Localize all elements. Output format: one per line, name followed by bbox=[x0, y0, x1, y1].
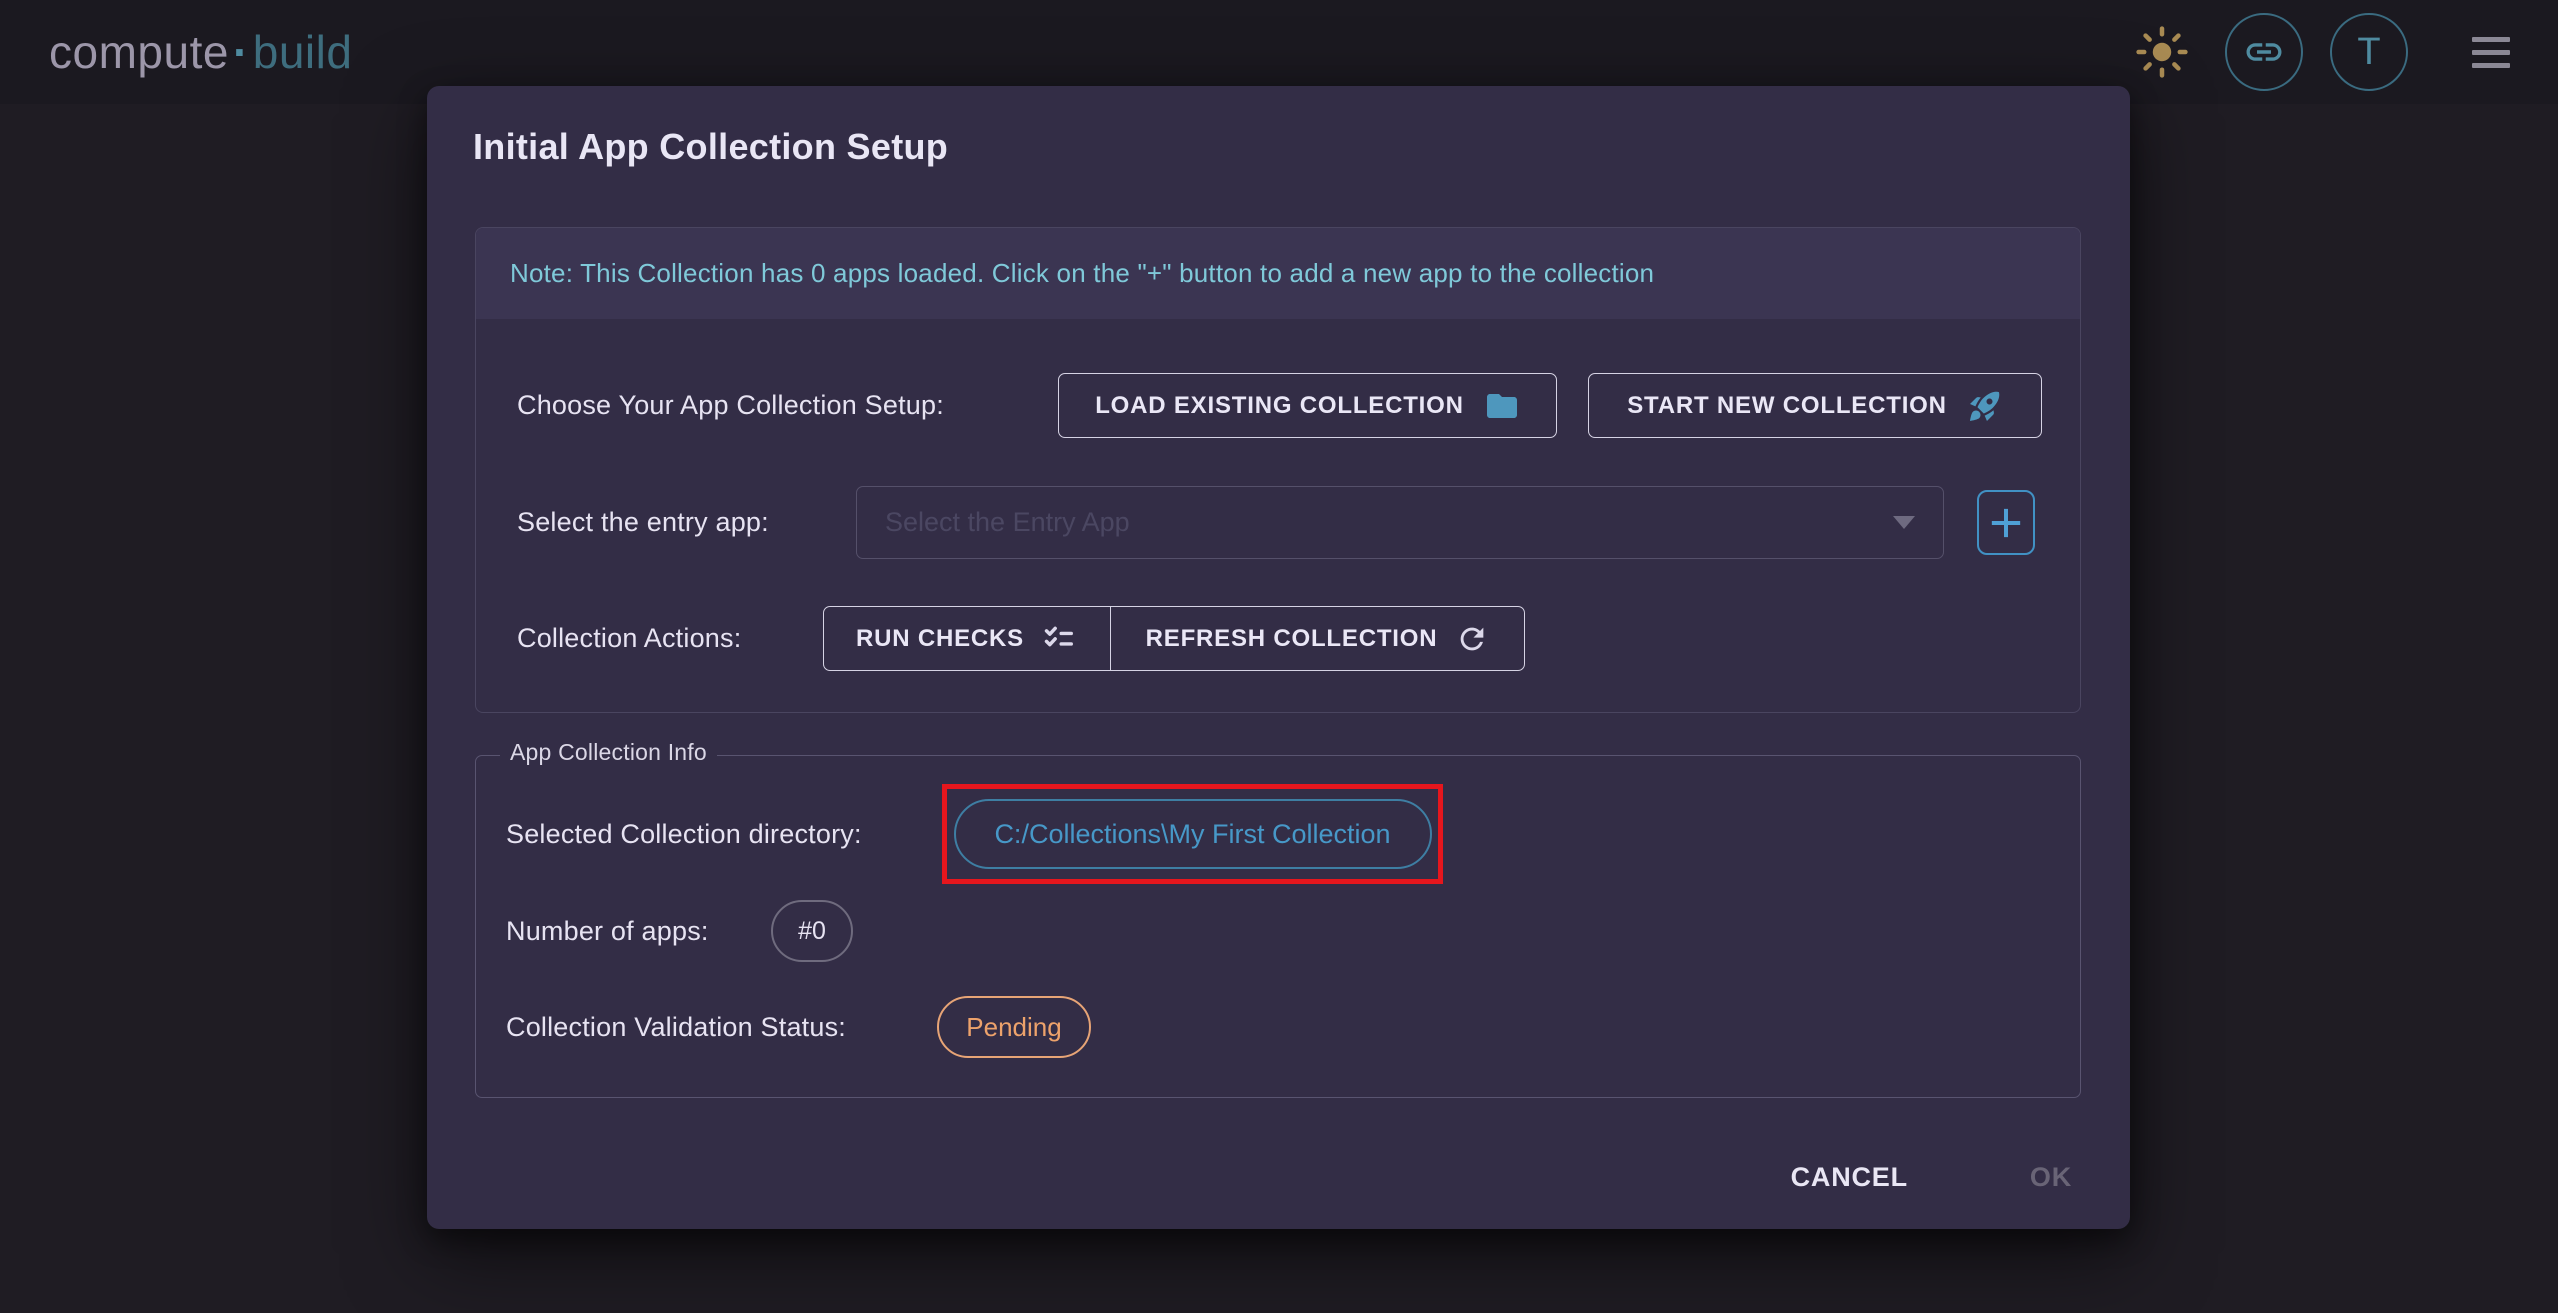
load-existing-collection-label: LOAD EXISTING COLLECTION bbox=[1095, 392, 1464, 420]
dialog-footer: CANCEL OK bbox=[1791, 1162, 2072, 1193]
refresh-collection-label: REFRESH COLLECTION bbox=[1146, 625, 1438, 653]
selected-directory-chip[interactable]: C:/Collections\My First Collection bbox=[954, 799, 1432, 869]
apps-count-value: #0 bbox=[798, 917, 826, 946]
load-existing-collection-button[interactable]: LOAD EXISTING COLLECTION bbox=[1058, 373, 1557, 438]
avatar-letter: T bbox=[2357, 31, 2380, 74]
share-link-button[interactable] bbox=[2225, 13, 2303, 91]
hamburger-icon bbox=[2472, 37, 2510, 42]
note-banner: Note: This Collection has 0 apps loaded.… bbox=[476, 228, 2080, 319]
collection-actions-button-group: RUN CHECKS REFRESH COLLECTION bbox=[823, 606, 1525, 671]
menu-button[interactable] bbox=[2472, 37, 2510, 68]
initial-app-collection-setup-dialog: Initial App Collection Setup Note: This … bbox=[427, 86, 2130, 1229]
refresh-icon bbox=[1455, 622, 1489, 656]
account-avatar-button[interactable]: T bbox=[2330, 13, 2408, 91]
rocket-icon bbox=[1967, 388, 2003, 424]
setup-row-label: Choose Your App Collection Setup: bbox=[517, 373, 944, 438]
validation-status-value: Pending bbox=[966, 1012, 1061, 1043]
entry-app-row-label: Select the entry app: bbox=[517, 486, 769, 559]
folder-icon bbox=[1484, 388, 1520, 424]
start-new-collection-label: START NEW COLLECTION bbox=[1627, 392, 1947, 420]
app-collection-info-fieldset: App Collection Info Selected Collection … bbox=[475, 755, 2081, 1098]
entry-app-select[interactable]: Select the Entry App bbox=[856, 486, 1944, 559]
run-checks-button[interactable]: RUN CHECKS bbox=[824, 607, 1111, 670]
checklist-icon bbox=[1042, 621, 1078, 657]
sun-icon bbox=[2135, 25, 2189, 79]
note-text: Note: This Collection has 0 apps loaded.… bbox=[510, 258, 1654, 289]
apps-count-chip: #0 bbox=[771, 900, 853, 962]
refresh-collection-button[interactable]: REFRESH COLLECTION bbox=[1111, 607, 1524, 670]
link-icon bbox=[2243, 31, 2285, 73]
selected-directory-value: C:/Collections\My First Collection bbox=[994, 819, 1390, 850]
add-app-button[interactable] bbox=[1977, 490, 2035, 555]
logo-part-compute: compute bbox=[49, 26, 229, 78]
fieldset-legend: App Collection Info bbox=[500, 739, 717, 766]
logo-dot: · bbox=[233, 26, 249, 78]
validation-status-label: Collection Validation Status: bbox=[506, 996, 846, 1058]
apps-count-label: Number of apps: bbox=[506, 900, 709, 962]
app-logo: compute·build bbox=[49, 25, 352, 79]
cancel-button[interactable]: CANCEL bbox=[1791, 1162, 1908, 1193]
collection-actions-row-label: Collection Actions: bbox=[517, 606, 741, 671]
dialog-title: Initial App Collection Setup bbox=[473, 126, 948, 168]
topbar-actions: T bbox=[2135, 0, 2510, 104]
entry-app-select-placeholder: Select the Entry App bbox=[885, 507, 1893, 538]
logo-part-build: build bbox=[253, 26, 353, 78]
plus-icon bbox=[1986, 503, 2026, 543]
start-new-collection-button[interactable]: START NEW COLLECTION bbox=[1588, 373, 2042, 438]
collection-setup-panel: Note: This Collection has 0 apps loaded.… bbox=[475, 227, 2081, 713]
ok-button[interactable]: OK bbox=[2030, 1162, 2072, 1193]
directory-label: Selected Collection directory: bbox=[506, 804, 862, 864]
validation-status-chip: Pending bbox=[937, 996, 1091, 1058]
theme-toggle-button[interactable] bbox=[2135, 25, 2189, 79]
highlight-annotation: C:/Collections\My First Collection bbox=[942, 784, 1443, 884]
run-checks-label: RUN CHECKS bbox=[856, 625, 1024, 653]
chevron-down-icon bbox=[1893, 516, 1915, 529]
